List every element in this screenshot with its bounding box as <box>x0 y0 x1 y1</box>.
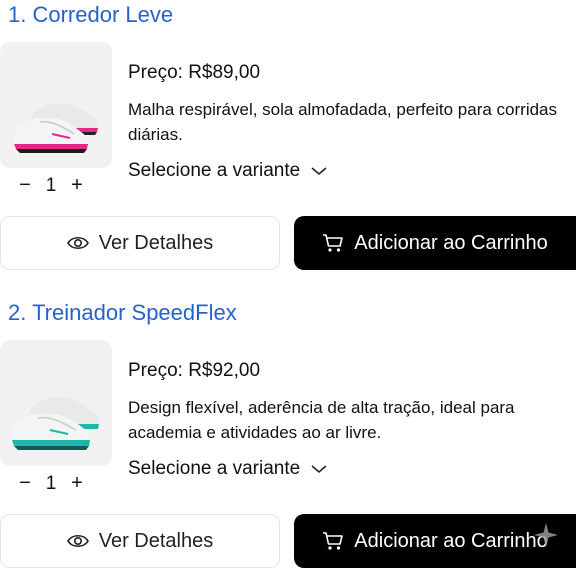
view-details-button[interactable]: Ver Detalhes <box>0 216 280 270</box>
product-image[interactable] <box>0 340 112 466</box>
cart-icon <box>322 531 344 551</box>
chevron-down-icon <box>310 165 328 177</box>
variant-label: Selecione a variante <box>128 458 301 479</box>
cart-icon <box>322 233 344 253</box>
view-details-label: Ver Detalhes <box>98 231 214 254</box>
increment-button[interactable]: + <box>66 174 88 197</box>
view-details-button[interactable]: Ver Detalhes <box>0 514 280 568</box>
add-to-cart-label: Adicionar ao Carrinho <box>354 529 548 552</box>
variant-select[interactable]: Selecione a variante <box>128 458 328 480</box>
eye-icon <box>66 533 89 549</box>
chevron-down-icon <box>310 463 328 475</box>
product-price: Preço: R$89,00 <box>128 62 261 83</box>
quantity-value: 1 <box>45 174 57 196</box>
product-title[interactable]: 2. Treinador SpeedFlex <box>8 300 237 326</box>
decrement-button[interactable]: − <box>14 174 36 197</box>
quantity-stepper: − 1 + <box>14 472 88 495</box>
eye-icon <box>66 235 89 251</box>
variant-label: Selecione a variante <box>128 160 301 181</box>
sparkle-icon <box>533 522 559 553</box>
pink-white-running-shoe-image <box>14 103 98 153</box>
add-to-cart-label: Adicionar ao Carrinho <box>354 231 548 254</box>
product-image[interactable] <box>0 42 112 168</box>
decrement-button[interactable]: − <box>14 472 36 495</box>
product-price: Preço: R$92,00 <box>128 360 261 381</box>
product-title[interactable]: 1. Corredor Leve <box>8 2 173 28</box>
add-to-cart-button[interactable]: Adicionar ao Carrinho <box>294 216 576 270</box>
quantity-value: 1 <box>45 472 57 494</box>
quantity-stepper: − 1 + <box>14 174 88 197</box>
view-details-label: Ver Detalhes <box>98 529 214 552</box>
variant-select[interactable]: Selecione a variante <box>128 160 328 182</box>
teal-white-running-shoe-image <box>12 397 99 450</box>
increment-button[interactable]: + <box>66 472 88 495</box>
product-description: Malha respirável, sola almofadada, perfe… <box>128 100 558 144</box>
product-description: Design flexível, aderência de alta traçã… <box>128 398 515 442</box>
